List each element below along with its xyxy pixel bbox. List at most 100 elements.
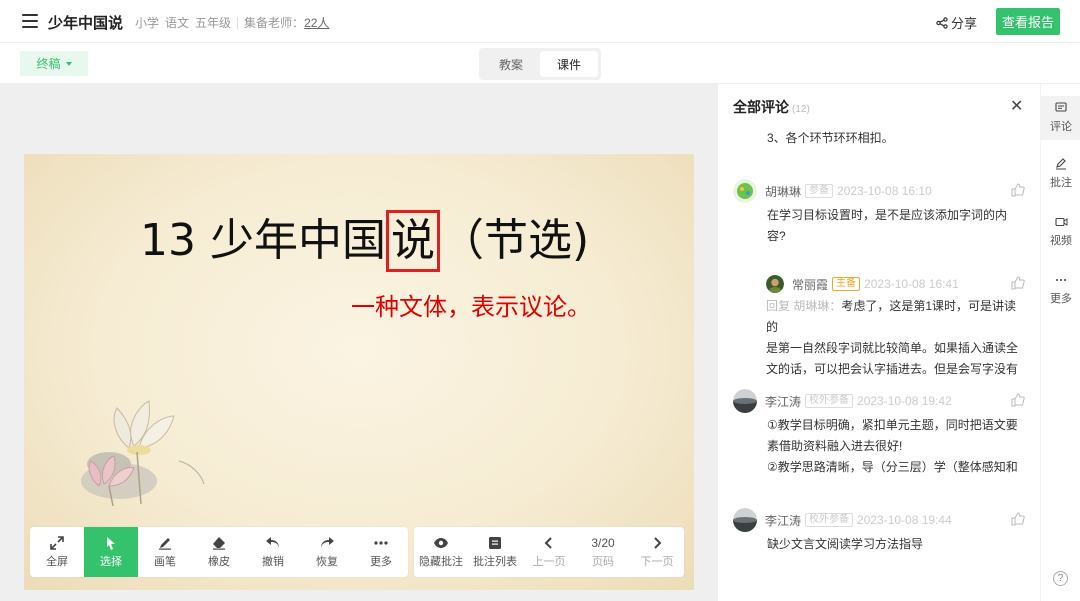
page-indicator: 3/20 页码 [576,527,630,577]
eraser-icon [213,536,225,550]
edit-icon [1056,158,1066,170]
commenter-name: 李江涛 [765,513,802,528]
pen-tool-button[interactable]: 画笔 [138,527,192,577]
slide-canvas[interactable]: 13 少年中国说（节选) 一种文体，表示议论。 [24,154,694,590]
comment-continuation: 3、各个环节环环相扣。 [767,131,894,145]
eraser-tool-button[interactable]: 橡皮 [192,527,246,577]
comment-line: ①教学目标明确，紧扣单元主题，同时把语文要 [767,418,1018,432]
teachers-link[interactable]: 22人 [304,14,329,31]
role-badge: 参备 [805,184,834,198]
next-page-label: 下一页 [640,555,674,568]
chevron-left-icon [544,536,552,549]
page-number: 3/20 [591,535,615,550]
video-icon [1054,217,1067,227]
comment-body: 缺少文言文阅读学习方法指导 [767,534,1025,555]
rail-more-label: 更多 [1050,293,1072,305]
fullscreen-button[interactable]: 全屏 [30,527,84,577]
page-label: 页码 [592,555,614,568]
slide-title-prefix: 13 少年中国 [140,215,386,266]
annotation-list-button[interactable]: 批注列表 [468,527,522,577]
status-label: 终稿 [36,57,61,71]
prev-page-button[interactable]: 上一页 [522,527,576,577]
comment-time: 2023-10-08 16:10 [837,184,932,198]
rail-annotate-label: 批注 [1050,177,1072,189]
view-tabs: 教案 课件 [479,48,601,80]
commenter-name: 胡琳琳 [765,184,802,199]
menu-icon[interactable] [22,14,38,28]
slide-annotation: 一种文体，表示议论。 [351,293,591,321]
stage-label: 小学 [135,16,160,30]
hide-annotations-label: 隐藏批注 [419,555,463,568]
eraser-label: 橡皮 [208,555,230,568]
role-badge: 主备 [832,277,861,291]
comment-time: 2023-10-08 19:44 [857,513,952,527]
divider [237,16,239,29]
top-bar: 少年中国说 小学 语文 五年级 集备老师： 22人 分享 查看报告 [0,0,1080,43]
undo-icon [266,536,279,548]
comment-line: 在学习目标设置时，是不是应该添加字词的内 [767,208,1008,222]
rail-comments[interactable]: 评论 [1041,96,1080,140]
undo-button[interactable]: 撤销 [246,527,300,577]
like-icon[interactable] [1011,183,1025,197]
sub-bar: 终稿 教案 课件 [0,43,1080,84]
comment-line: ②教学思路清晰，导（分三层）学（整体感知和 [767,460,1018,474]
teachers-label: 集备老师： [244,16,305,30]
more-dots-icon [374,540,388,545]
comment-header: 李江涛 校外参备 2023-10-08 19:44 [733,508,1025,532]
comment-line: 素借助资料融入进去很好! [767,439,903,453]
hide-annotations-button[interactable]: 隐藏批注 [414,527,468,577]
like-icon[interactable] [1011,512,1025,526]
comment-reply-item: 常丽霞 主备 2023-10-08 16:41 回复 胡琳琳：考虑了，这是第1课… [766,273,1025,380]
comments-header: 全部评论 (12) [733,97,810,117]
pen-label: 画笔 [154,555,176,568]
more-tools-button[interactable]: 更多 [354,527,408,577]
tools-group: 全屏 选择 画笔 橡皮 撤销 恢复 更多 [30,527,408,577]
annotation-list-label: 批注列表 [473,555,517,568]
avatar [766,275,784,293]
comment-line: 是第一自然段字词就比较简单。如果插入通读全 [766,341,1019,355]
rail-video-label: 视频 [1050,235,1072,247]
annotation-group: 隐藏批注 批注列表 上一页 3/20 页码 下一页 [414,527,684,577]
comment-body: 在学习目标设置时，是不是应该添加字词的内 容? [767,205,1025,247]
status-dropdown[interactable]: 终稿 [20,51,88,76]
undo-label: 撤销 [262,555,284,568]
comment-icon [1055,102,1067,112]
slide-toolbar: 全屏 选择 画笔 橡皮 撤销 恢复 更多 隐藏批注 批注列表 上一页 3/20 … [30,527,690,577]
lesson-meta: 小学 语文 五年级 集备老师： 22人 [135,14,335,31]
redo-icon [321,536,334,548]
close-icon[interactable]: ✕ [1010,96,1023,116]
share-button[interactable]: 分享 [936,13,977,32]
comment-header: 李江涛 校外参备 2023-10-08 19:42 [733,389,1025,413]
tab-lesson-plan[interactable]: 教案 [482,51,540,77]
avatar [733,179,757,203]
tab-courseware[interactable]: 课件 [540,51,598,77]
role-badge: 校外参备 [805,513,854,527]
comment-time: 2023-10-08 16:41 [864,277,959,291]
comment-line: 容? [767,229,786,243]
like-icon[interactable] [1011,393,1025,407]
select-tool-button[interactable]: 选择 [84,527,138,577]
lotus-illustration [81,400,205,506]
help-icon[interactable]: ? [1053,571,1068,586]
commenter-name: 常丽霞 [792,277,829,292]
rail-comments-label: 评论 [1050,121,1072,133]
subject-label: 语文 [165,16,190,30]
rail-video[interactable]: 视频 [1041,216,1080,248]
comment-body: ①教学目标明确，紧扣单元主题，同时把语文要 素借助资料融入进去很好! ②教学思路… [767,415,1025,478]
next-page-button[interactable]: 下一页 [630,527,684,577]
fullscreen-label: 全屏 [46,555,68,568]
like-icon[interactable] [1011,276,1025,290]
comment-header: 胡琳琳 参备 2023-10-08 16:10 [733,179,1025,203]
slide-title-suffix: （节选) [439,215,590,266]
redo-button[interactable]: 恢复 [300,527,354,577]
redo-label: 恢复 [316,555,338,568]
rail-annotate[interactable]: 批注 [1041,158,1080,190]
comment-line: 缺少文言文阅读学习方法指导 [767,537,924,551]
rail-more[interactable]: 更多 [1041,274,1080,306]
view-report-button[interactable]: 查看报告 [996,8,1060,35]
comment-item: 李江涛 校外参备 2023-10-08 19:42 ①教学目标明确，紧扣单元主题… [733,389,1025,478]
cursor-icon [107,536,115,550]
page-title: 少年中国说 [48,15,124,32]
chevron-down-icon [65,61,72,66]
comment-time: 2023-10-08 19:42 [857,394,952,408]
